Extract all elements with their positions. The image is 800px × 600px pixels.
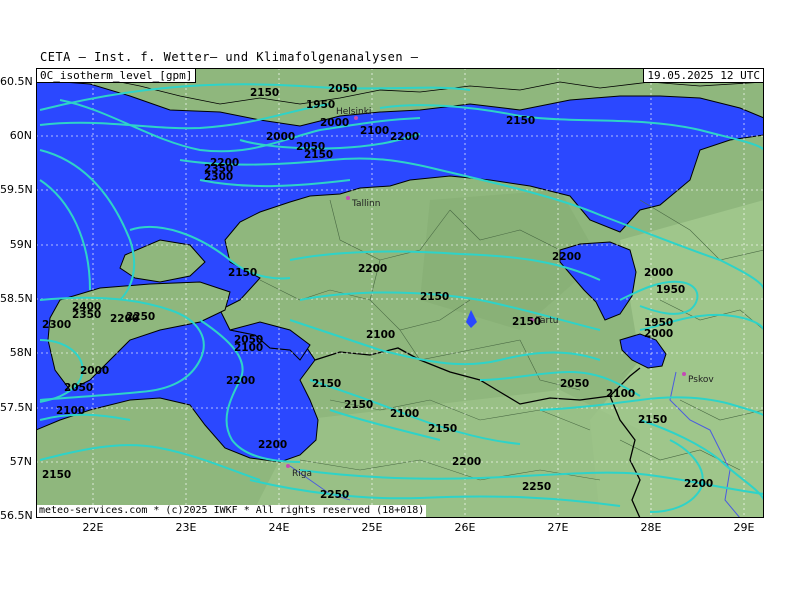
contour-label: 2150 <box>312 378 341 390</box>
header-title: CETA — Inst. f. Wetter— und Klimafolgena… <box>40 50 419 64</box>
city-marker-riga <box>286 464 290 468</box>
lon-label-23e: 23E <box>175 521 197 534</box>
contour-label: 2050 <box>328 83 357 95</box>
contour-label: 2200 <box>684 478 713 490</box>
lat-label-56-5n: 56.5N <box>0 509 33 522</box>
contour-label: 2150 <box>420 291 449 303</box>
contour-label: 2150 <box>638 414 667 426</box>
lon-label-25e: 25E <box>361 521 383 534</box>
contour-label: 2150 <box>42 469 71 481</box>
city-label-helsinki: Helsinki <box>336 107 371 117</box>
contour-label: 2350 <box>72 309 101 321</box>
contour-label: 2000 <box>644 328 673 340</box>
contour-label: 2150 <box>304 149 333 161</box>
parameter-label: 0C_isotherm_level_[gpm] <box>36 68 197 83</box>
contour-label: 2100 <box>56 405 85 417</box>
city-label-pskov: Pskov <box>688 375 714 385</box>
lat-label-57-5n: 57.5N <box>0 401 33 414</box>
contour-label: 2200 <box>258 439 287 451</box>
city-label-riga: Riga <box>292 469 312 479</box>
contour-label: 2050 <box>64 382 93 394</box>
city-marker-tallinn <box>346 196 350 200</box>
contour-label: 2000 <box>80 365 109 377</box>
contour-label: 2150 <box>250 87 279 99</box>
contour-label: 2100 <box>390 408 419 420</box>
contour-label: 2200 <box>358 263 387 275</box>
contour-label: 2250 <box>522 481 551 493</box>
contour-label: 2150 <box>506 115 535 127</box>
lat-label-60-5n: 60.5N <box>0 75 33 88</box>
copyright-footer: meteo-services.com * (c)2025 IWKF * All … <box>37 505 427 517</box>
contour-label: 2100 <box>360 125 389 137</box>
contour-label: 2150 <box>228 267 257 279</box>
contour-label: 1950 <box>656 284 685 296</box>
valid-time-label: 19.05.2025 12 UTC <box>643 68 764 83</box>
lon-label-26e: 26E <box>454 521 476 534</box>
lat-label-58n: 58N <box>9 346 32 359</box>
lat-label-60n: 60N <box>9 129 32 142</box>
contour-label: 2100 <box>234 342 263 354</box>
contour-label: 2250 <box>320 489 349 501</box>
contour-label: 2100 <box>366 329 395 341</box>
contour-label: 2000 <box>644 267 673 279</box>
contour-label: 2000 <box>320 117 349 129</box>
contour-label: 2100 <box>606 388 635 400</box>
lat-label-57n: 57N <box>9 455 32 468</box>
lon-label-24e: 24E <box>268 521 290 534</box>
contour-label: 2200 <box>452 456 481 468</box>
contour-label: 2150 <box>344 399 373 411</box>
lon-label-29e: 29E <box>733 521 755 534</box>
contour-label: 2200 <box>226 375 255 387</box>
contour-label: 2200 <box>552 251 581 263</box>
city-marker-pskov <box>682 372 686 376</box>
contour-label: 2300 <box>42 319 71 331</box>
lon-label-28e: 28E <box>640 521 662 534</box>
city-label-tallinn: Tallinn <box>351 199 380 209</box>
contour-label: 2250 <box>126 311 155 323</box>
contour-label: 2150 <box>512 316 541 328</box>
contour-label: 2050 <box>560 378 589 390</box>
contour-label: 2200 <box>390 131 419 143</box>
lat-label-58-5n: 58.5N <box>0 292 33 305</box>
contour-label: 1950 <box>306 99 335 111</box>
contour-label: 2350 <box>204 163 233 175</box>
contour-label: 2000 <box>266 131 295 143</box>
lat-label-59n: 59N <box>9 238 32 251</box>
lat-label-59-5n: 59.5N <box>0 183 33 196</box>
lon-label-27e: 27E <box>547 521 569 534</box>
contour-label: 2150 <box>428 423 457 435</box>
lon-label-22e: 22E <box>82 521 104 534</box>
isotherm-map[interactable]: Helsinki Tallinn Tartu Pskov Riga 2150 2… <box>36 68 764 518</box>
